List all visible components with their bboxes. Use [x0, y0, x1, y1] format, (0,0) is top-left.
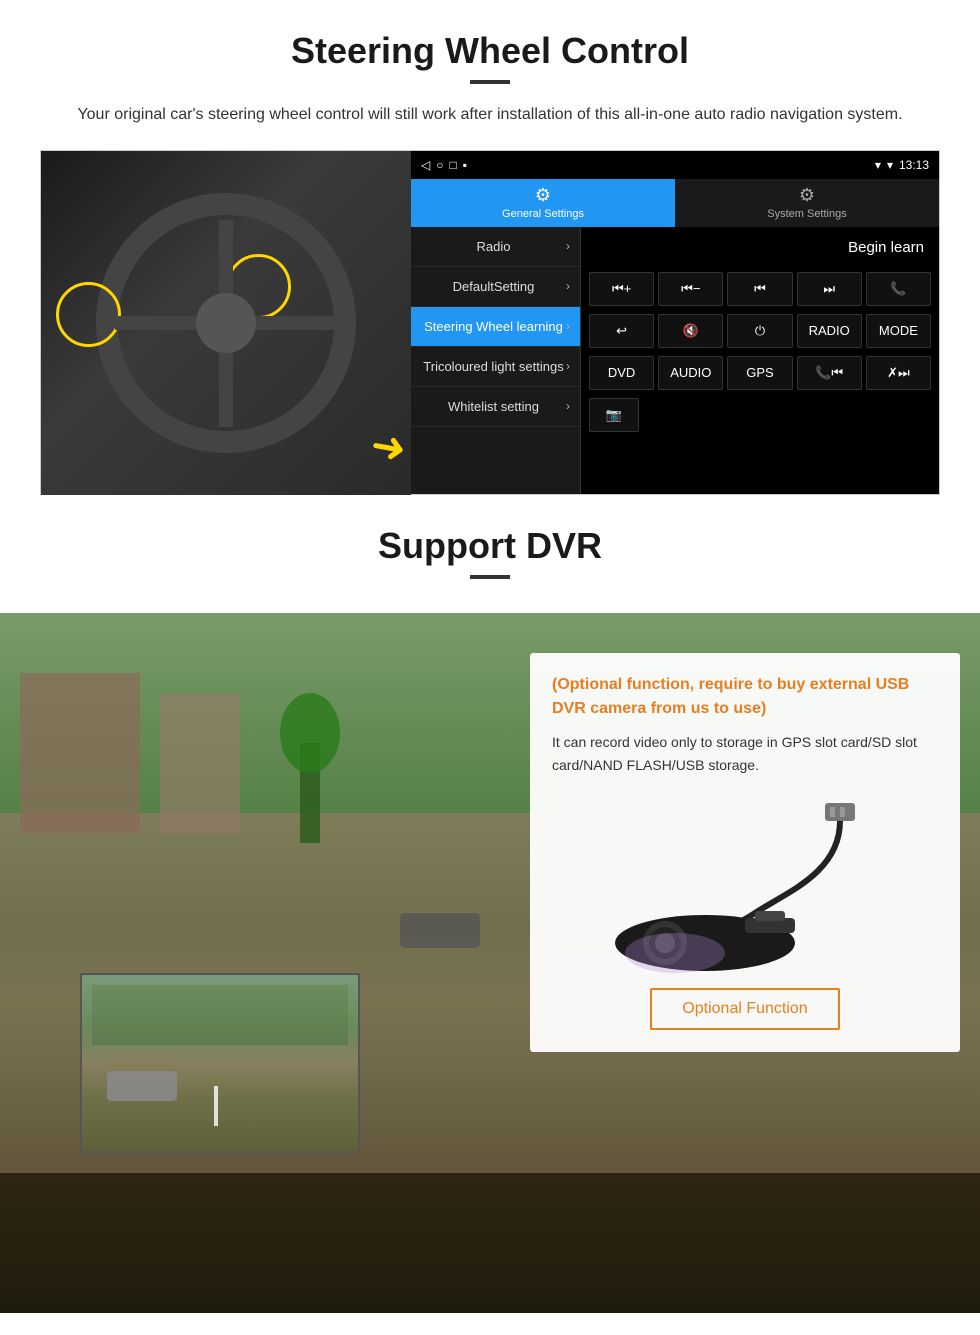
menu-item-radio[interactable]: Radio ›	[411, 227, 580, 267]
dvr-camera-device	[585, 793, 905, 973]
camera-button[interactable]: 📷	[589, 398, 639, 432]
preview-car	[107, 1071, 177, 1101]
steering-control-panel: Begin learn ⏮+ ⏮− ⏮ ⏭ 📞 ↩ 🔇 ⏻	[581, 227, 939, 494]
preview-road	[82, 975, 358, 1151]
settings-gear-icon: ⚙	[535, 185, 551, 206]
dvr-optional-note: (Optional function, require to buy exter…	[552, 673, 938, 721]
dvr-background-image: (Optional function, require to buy exter…	[0, 613, 980, 1313]
tab-general-label: General Settings	[502, 208, 584, 220]
system-icon: ⚙	[799, 185, 815, 206]
building-left	[20, 673, 140, 833]
car-mid	[400, 913, 480, 948]
page-title: Steering Wheel Control	[40, 30, 940, 72]
phone-button[interactable]: 📞	[866, 272, 931, 306]
vol-up-button[interactable]: ⏮+	[589, 272, 654, 306]
back-icon[interactable]: ◁	[421, 158, 430, 172]
menu-item-default-setting[interactable]: DefaultSetting ›	[411, 267, 580, 307]
tab-system-settings[interactable]: ⚙ System Settings	[675, 179, 939, 227]
dvr-info-card: (Optional function, require to buy exter…	[530, 653, 960, 1053]
statusbar: ◁ ○ □ ▪ ▾ ▾ 13:13	[411, 151, 939, 179]
chevron-icon: ›	[566, 239, 570, 253]
statusbar-system-icons: ▾ ▾ 13:13	[875, 158, 929, 172]
audio-button[interactable]: AUDIO	[658, 356, 723, 390]
back-button[interactable]: ↩	[589, 314, 654, 348]
control-buttons-row4: 📷	[581, 394, 939, 436]
menu-item-tricoloured[interactable]: Tricoloured light settings ›	[411, 347, 580, 387]
gps-button[interactable]: GPS	[727, 356, 792, 390]
vol-down-button[interactable]: ⏮−	[658, 272, 723, 306]
control-buttons-row3: DVD AUDIO GPS 📞⏮ ✗⏭	[581, 352, 939, 394]
control-buttons-row1: ⏮+ ⏮− ⏮ ⏭ 📞	[581, 268, 939, 310]
tab-system-label: System Settings	[767, 208, 846, 220]
optional-function-container: Optional Function	[552, 978, 938, 1030]
next-track-button[interactable]: ⏭	[797, 272, 862, 306]
dvd-button[interactable]: DVD	[589, 356, 654, 390]
steering-wheel-image: ➜	[41, 151, 411, 496]
android-panel: ◁ ○ □ ▪ ▾ ▾ 13:13 ⚙ General Settings	[411, 151, 939, 494]
wifi-icon: ▾	[887, 158, 893, 172]
tab-general-settings[interactable]: ⚙ General Settings	[411, 179, 675, 227]
dvr-section: Support DVR (Optional functi	[0, 495, 980, 1313]
dashboard-area	[0, 1173, 980, 1313]
radio-button[interactable]: RADIO	[797, 314, 862, 348]
chevron-icon: ›	[566, 319, 570, 333]
dvr-title-divider	[470, 575, 510, 579]
dvr-description: It can record video only to storage in G…	[552, 731, 938, 779]
signal-icon: ▾	[875, 158, 881, 172]
android-content-area: Radio › DefaultSetting › Steering Wheel …	[411, 227, 939, 494]
dvr-title-area: Support DVR	[0, 495, 980, 613]
chevron-icon: ›	[566, 279, 570, 293]
top-tabbar: ⚙ General Settings ⚙ System Settings	[411, 179, 939, 227]
optional-function-button[interactable]: Optional Function	[650, 988, 839, 1030]
mute-button[interactable]: 🔇	[658, 314, 723, 348]
begin-learn-button[interactable]: Begin learn	[848, 239, 924, 256]
dvr-camera-svg	[585, 793, 905, 973]
dvr-camera-preview	[80, 973, 360, 1153]
dvr-title: Support DVR	[40, 525, 940, 567]
road-marking	[214, 1086, 218, 1126]
steering-wheel-section: Steering Wheel Control Your original car…	[0, 0, 980, 495]
recents-icon[interactable]: □	[449, 158, 456, 172]
phone-prev-button[interactable]: 📞⏮	[797, 356, 862, 390]
tree-top	[280, 693, 340, 773]
menu-item-whitelist[interactable]: Whitelist setting ›	[411, 387, 580, 427]
power-button[interactable]: ⏻	[727, 314, 792, 348]
home-icon[interactable]: ○	[436, 158, 443, 172]
clock: 13:13	[899, 158, 929, 172]
begin-learn-row: Begin learn	[581, 227, 939, 268]
skip-button[interactable]: ✗⏭	[866, 356, 931, 390]
chevron-icon: ›	[566, 359, 570, 373]
prev-track-button[interactable]: ⏮	[727, 272, 792, 306]
building-mid	[160, 693, 240, 833]
steering-ui-container: ➜ ◁ ○ □ ▪ ▾ ▾ 13:13 ⚙	[40, 150, 940, 495]
statusbar-nav-icons: ◁ ○ □ ▪	[421, 158, 467, 172]
title-divider	[470, 80, 510, 84]
highlight-circle-left	[56, 282, 121, 347]
chevron-icon: ›	[566, 399, 570, 413]
section-description: Your original car's steering wheel contr…	[40, 102, 940, 128]
settings-menu: Radio › DefaultSetting › Steering Wheel …	[411, 227, 581, 494]
control-buttons-row2: ↩ 🔇 ⏻ RADIO MODE	[581, 310, 939, 352]
menu-item-steering-wheel[interactable]: Steering Wheel learning ›	[411, 307, 580, 347]
mode-button[interactable]: MODE	[866, 314, 931, 348]
menu-icon[interactable]: ▪	[463, 158, 467, 172]
